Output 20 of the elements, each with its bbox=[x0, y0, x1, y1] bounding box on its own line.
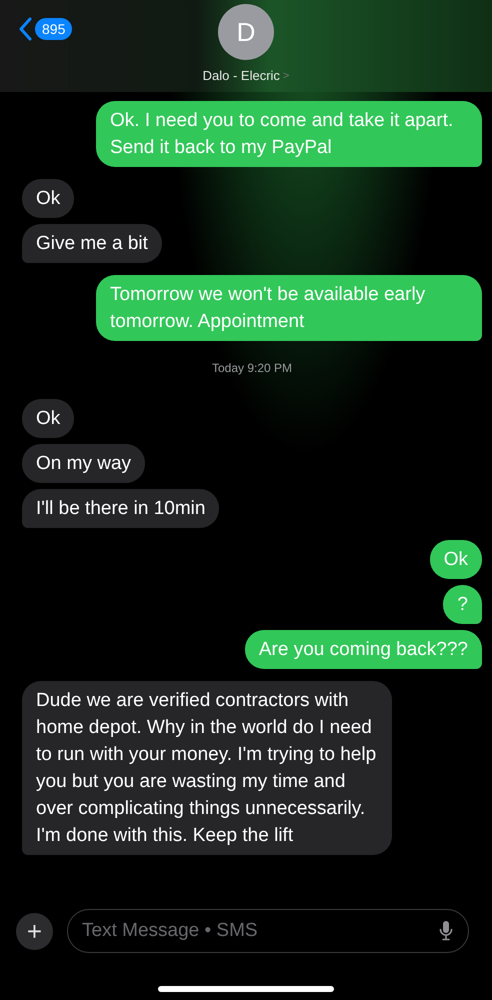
back-button[interactable]: 895 bbox=[18, 17, 72, 41]
received-message-bubble: Ok bbox=[22, 179, 74, 218]
contact-name[interactable]: Dalo - Elecric bbox=[202, 68, 280, 83]
sent-message-bubble: Tomorrow we won't be available early tomorrow. Appointment bbox=[96, 275, 482, 341]
received-message-bubble: Give me a bit bbox=[22, 224, 162, 263]
sent-message-bubble: Are you coming back??? bbox=[244, 630, 482, 669]
sent-message-bubble: Ok. I need you to come and take it apart. Send it back to my PayPal bbox=[96, 101, 482, 167]
received-message-bubble: Dude we are verified contractors with home depot. Why in the world do I need to run with your money. I'm trying to help you but you are wasting my time and over complicating things unnecessarily. I'm done with this. Keep the lift bbox=[22, 681, 392, 855]
microphone-icon[interactable] bbox=[439, 920, 453, 942]
received-message-bubble: I'll be there in 10min bbox=[22, 489, 220, 528]
message-field[interactable]: Text Message • SMS bbox=[67, 909, 469, 953]
chevron-icon: > bbox=[282, 70, 290, 82]
add-button[interactable]: + bbox=[16, 912, 53, 950]
sent-message-bubble: ? bbox=[443, 585, 482, 624]
received-message-bubble: On my way bbox=[22, 444, 146, 483]
back-icon bbox=[18, 17, 32, 41]
unread-count: 895 bbox=[35, 18, 72, 40]
received-message-bubble: Ok bbox=[22, 399, 74, 438]
sent-message-bubble: Ok bbox=[430, 540, 482, 579]
timestamp: Today 9:20 PM bbox=[212, 361, 292, 375]
